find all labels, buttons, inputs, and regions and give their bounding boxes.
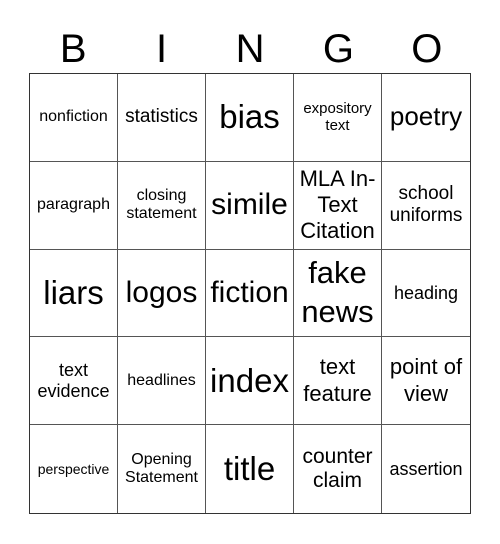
bingo-cell[interactable]: perspective <box>30 425 118 513</box>
bingo-cell[interactable]: paragraph <box>30 161 118 250</box>
bingo-cell[interactable]: nonfiction <box>30 74 118 162</box>
bingo-cell[interactable]: assertion <box>382 425 470 513</box>
bingo-cell[interactable]: fiction <box>206 249 294 338</box>
bingo-cell[interactable]: counter claim <box>294 425 382 513</box>
header-letter-n: N <box>235 27 265 71</box>
bingo-grid: nonfiction statistics bias expository te… <box>29 73 471 514</box>
bingo-cell[interactable]: closing statement <box>118 161 206 250</box>
header-letter-g: G <box>322 27 354 71</box>
bingo-cell[interactable]: headlines <box>118 337 206 426</box>
bingo-cell[interactable]: statistics <box>118 74 206 162</box>
bingo-cell[interactable]: simile <box>206 161 294 250</box>
bingo-cell[interactable]: bias <box>206 74 294 162</box>
header-letter-i: I <box>156 27 168 71</box>
bingo-header: B I N G O <box>29 26 471 72</box>
header-letter-o: O <box>411 27 443 71</box>
bingo-cell[interactable]: text feature <box>294 337 382 426</box>
bingo-cell[interactable]: fake news <box>294 249 382 338</box>
bingo-cell[interactable]: school uniforms <box>382 162 470 250</box>
bingo-cell[interactable]: poetry <box>382 74 470 162</box>
bingo-cell[interactable]: heading <box>382 250 470 338</box>
header-letter-b: B <box>59 27 87 71</box>
bingo-cell[interactable]: text evidence <box>30 337 118 426</box>
bingo-cell[interactable]: index <box>206 337 294 426</box>
bingo-cell[interactable]: Opening Statement <box>118 425 206 513</box>
bingo-cell[interactable]: liars <box>30 249 118 338</box>
bingo-cell[interactable]: title <box>206 425 294 513</box>
bingo-cell[interactable]: point of view <box>382 337 470 426</box>
bingo-cell[interactable]: logos <box>118 249 206 338</box>
bingo-cell[interactable]: MLA In-Text Citation <box>294 161 382 250</box>
bingo-cell[interactable]: expository text <box>294 74 382 162</box>
